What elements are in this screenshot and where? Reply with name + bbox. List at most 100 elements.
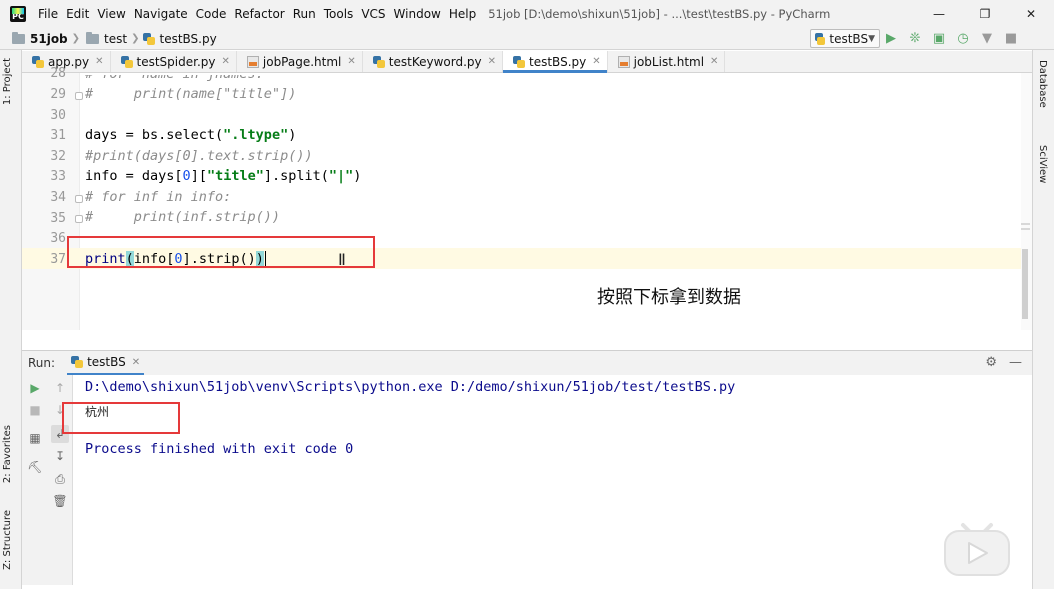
close-icon[interactable]: ✕ (710, 56, 718, 67)
console-exit-message: Process finished with exit code 0 (85, 441, 354, 457)
fold-marker-icon[interactable] (75, 92, 83, 100)
menu-view[interactable]: View (93, 7, 129, 21)
menu-vcs[interactable]: VCS (357, 7, 389, 21)
trash-icon[interactable]: 🗑 (51, 492, 69, 510)
run-panel-label: Run: (28, 356, 56, 370)
menu-code[interactable]: Code (192, 7, 231, 21)
code-token: ].split( (263, 168, 329, 184)
close-icon[interactable]: ✕ (592, 56, 600, 67)
tab-testkeyword-py[interactable]: testKeyword.py ✕ (363, 51, 504, 72)
up-arrow-icon[interactable]: ↑ (51, 379, 69, 397)
stop-icon[interactable]: ■ (1004, 30, 1018, 46)
tab-testbs-py[interactable]: testBS.py ✕ (503, 51, 608, 73)
close-icon[interactable]: ✕ (1008, 0, 1054, 28)
attach-icon[interactable]: ▼ (980, 30, 994, 46)
line-number: 30 (50, 108, 66, 123)
tab-jobpage-html[interactable]: jobPage.html ✕ (237, 51, 363, 72)
breadcrumb-file[interactable]: testBS.py (159, 32, 216, 46)
code-line-35[interactable]: # print(inf.strip()) (85, 209, 280, 225)
restore-icon[interactable]: ❐ (962, 0, 1008, 28)
pin-icon[interactable]: ⛏ (26, 458, 44, 476)
structure-tool-tab[interactable]: Z: Structure (2, 510, 13, 570)
line-number: 36 (50, 231, 66, 246)
run-icon[interactable]: ▶ (884, 30, 898, 46)
close-icon[interactable]: ✕ (347, 56, 355, 67)
profile-icon[interactable]: ◷ (956, 30, 970, 46)
chevron-down-icon: ▼ (868, 33, 875, 44)
code-line-33[interactable]: info = days[0]["title"].split("|") (85, 168, 361, 184)
code-token: ) (353, 168, 362, 184)
fold-marker-icon[interactable] (75, 195, 83, 203)
code-token: info = days[ (85, 168, 183, 184)
line-number: 35 (50, 211, 66, 226)
hide-panel-icon[interactable]: — (1009, 355, 1022, 370)
run-action-strip: ▶ ■ ▦ ⛏ (22, 375, 48, 585)
favorites-tool-tab[interactable]: 2: Favorites (2, 425, 13, 483)
code-line-31[interactable]: days = bs.select(".ltype") (85, 127, 296, 143)
tab-label: jobPage.html (262, 54, 342, 69)
fold-marker-icon[interactable] (75, 215, 83, 223)
scrollbar-thumb[interactable] (1022, 249, 1028, 319)
gear-icon[interactable]: ⚙ (985, 355, 997, 370)
line-number: 37 (50, 252, 66, 267)
close-icon[interactable]: ✕ (132, 357, 140, 368)
layout-icon[interactable]: ▦ (26, 429, 44, 447)
run-console[interactable]: D:\demo\shixun\51job\venv\Scripts\python… (74, 375, 1032, 585)
breadcrumb-project[interactable]: 51job (30, 32, 68, 46)
menu-file[interactable]: File (34, 7, 62, 21)
scroll-marker (1021, 223, 1030, 225)
coverage-icon[interactable]: ▣ (932, 30, 946, 46)
line-number: 34 (50, 190, 66, 205)
code-line-29[interactable]: # print(name["title"]) (85, 86, 296, 102)
menu-refactor[interactable]: Refactor (230, 7, 288, 21)
folder-icon (12, 31, 25, 44)
database-tool-tab[interactable]: Database (1037, 60, 1048, 108)
html-file-icon (246, 55, 259, 68)
code-line-32[interactable]: #print(days[0].text.strip()) (85, 148, 313, 164)
run-toolbar: ▶ ❊ ▣ ◷ ▼ ■ (884, 30, 1018, 46)
debug-icon[interactable]: ❊ (908, 30, 922, 46)
scroll-marker (1021, 228, 1030, 230)
run-config-label: testBS (829, 31, 869, 46)
close-icon[interactable]: ✕ (95, 56, 103, 67)
code-token: ][ (190, 168, 207, 184)
minimize-icon[interactable]: — (916, 0, 962, 28)
python-file-icon (372, 55, 385, 68)
close-icon[interactable]: ✕ (222, 56, 230, 67)
right-tool-strip: Database SciView (1032, 50, 1054, 589)
line-number: 32 (50, 149, 66, 164)
run-tab-label: testBS (87, 355, 126, 369)
folder-icon (86, 31, 100, 44)
code-line-34[interactable]: # for inf in info: (85, 189, 231, 205)
menu-navigate[interactable]: Navigate (130, 7, 192, 21)
line-number: 31 (50, 128, 66, 143)
tab-label: jobList.html (633, 54, 705, 69)
window-title: 51job [D:\demo\shixun\51job] - ...\test\… (488, 7, 831, 21)
menu-edit[interactable]: Edit (62, 7, 93, 21)
sciview-tool-tab[interactable]: SciView (1037, 145, 1048, 183)
code-string: "title" (206, 168, 264, 184)
stop-icon[interactable]: ■ (26, 401, 44, 419)
breadcrumb-separator-icon: ❯ (71, 33, 81, 44)
scroll-to-end-icon[interactable]: ↧ (51, 447, 69, 465)
breadcrumb-test[interactable]: test (104, 32, 127, 46)
tab-label: testBS.py (529, 54, 587, 69)
run-config-selector[interactable]: testBS ▼ (810, 29, 880, 48)
menu-tools[interactable]: Tools (320, 7, 358, 21)
rerun-icon[interactable]: ▶ (26, 379, 44, 397)
editor-scrollbar[interactable] (1021, 73, 1032, 330)
tab-joblist-html[interactable]: jobList.html ✕ (608, 51, 726, 72)
tab-testspider-py[interactable]: testSpider.py ✕ (111, 51, 237, 72)
window-controls: — ❐ ✕ (916, 0, 1054, 28)
annotation-caption: 按照下标拿到数据 (597, 287, 741, 308)
run-tab-testbs[interactable]: testBS ✕ (67, 351, 145, 375)
menu-run[interactable]: Run (289, 7, 320, 21)
project-tool-tab[interactable]: 1: Project (2, 58, 13, 105)
editor-tabs: app.py ✕ testSpider.py ✕ jobPage.html ✕ … (22, 51, 1032, 73)
print-icon[interactable]: ⎙ (51, 470, 69, 488)
close-icon[interactable]: ✕ (488, 56, 496, 67)
menu-window[interactable]: Window (390, 7, 445, 21)
left-tool-strip: 1: Project 2: Favorites Z: Structure (0, 50, 22, 589)
menu-help[interactable]: Help (445, 7, 480, 21)
breadcrumb: 51job ❯ test ❯ testBS.py (0, 31, 217, 46)
